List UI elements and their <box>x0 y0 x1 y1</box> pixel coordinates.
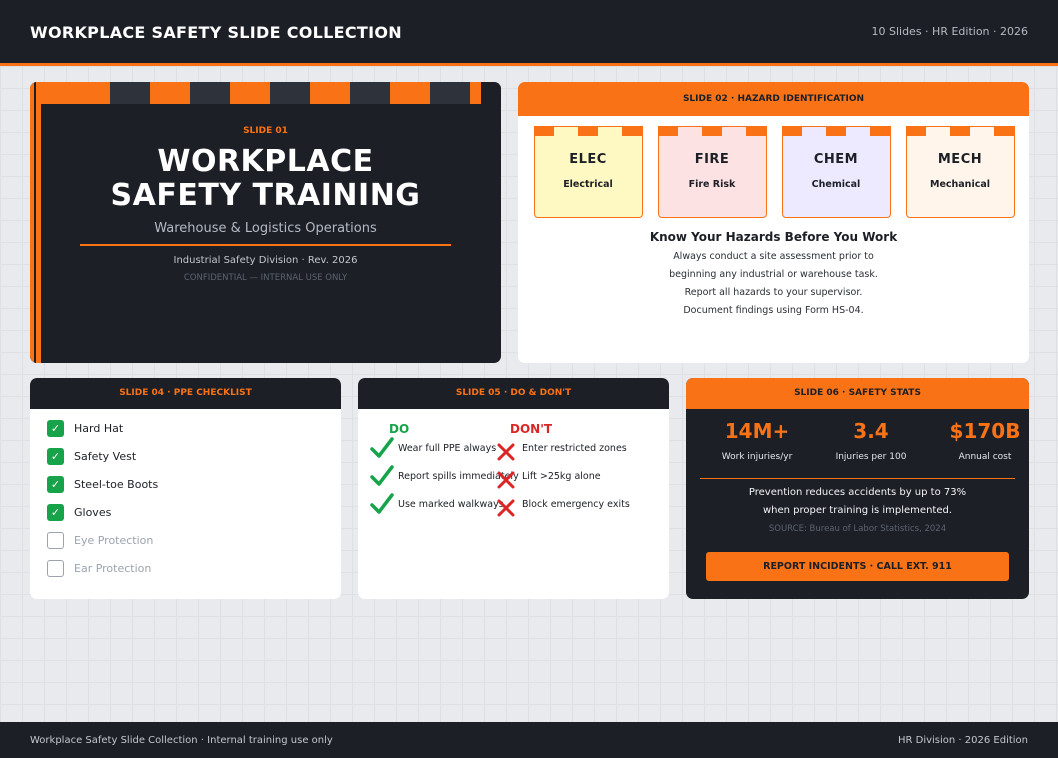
do-item: Use marked walkways <box>398 499 504 510</box>
stat-label: Annual cost <box>958 452 1012 462</box>
slide-01-title-card[interactable]: SLIDE 01 WORKPLACE SAFETY TRAINING Wareh… <box>30 82 501 363</box>
ppe-item-gloves[interactable]: ✓ Gloves <box>47 504 307 522</box>
slide-header: SLIDE 02 · HAZARD IDENTIFICATION <box>518 82 1029 116</box>
stat-cost: $170B Annual cost <box>928 419 1029 462</box>
hazard-tile-mechanical: MECH Mechanical <box>906 126 1015 218</box>
hazard-text-line: Report all hazards to your supervisor. <box>684 287 863 298</box>
ppe-label: Safety Vest <box>74 450 137 463</box>
footer-right-text: HR Division · 2026 Edition <box>897 735 1028 746</box>
checkbox-checked-icon[interactable]: ✓ <box>47 420 64 437</box>
stat-injuries: 14M+ Work injuries/yr <box>700 419 814 462</box>
check-mark-icon <box>370 493 394 514</box>
do-item: Wear full PPE always <box>398 443 497 454</box>
dont-item: Enter restricted zones <box>522 443 627 454</box>
dont-heading: DON'T <box>510 422 553 436</box>
ppe-label: Steel-toe Boots <box>74 478 159 491</box>
ppe-item-hard-hat[interactable]: ✓ Hard Hat <box>47 420 307 438</box>
stat-value: $170B <box>949 419 1021 443</box>
report-incidents-button[interactable]: REPORT INCIDENTS · CALL EXT. 911 <box>706 552 1009 581</box>
hazard-code: MECH <box>937 152 983 167</box>
hazard-text-line: beginning any industrial or warehouse ta… <box>669 269 878 280</box>
hazard-name: Chemical <box>811 179 861 190</box>
stat-rate: 3.4 Injuries per 100 <box>814 419 928 462</box>
ppe-label: Hard Hat <box>74 422 124 435</box>
hazard-stripe-banner <box>30 82 501 104</box>
ppe-item-ear-protection[interactable]: Ear Protection <box>47 560 307 578</box>
slide-title-line-2: SAFETY TRAINING <box>110 178 421 213</box>
stat-value: 14M+ <box>724 419 790 443</box>
hazard-text-line: Document findings using Form HS-04. <box>683 305 864 316</box>
check-mark-icon <box>370 465 394 486</box>
slide-06-stats-card[interactable]: SLIDE 06 · SAFETY STATS 14M+ Work injuri… <box>686 378 1029 599</box>
hazard-name: Electrical <box>563 179 613 190</box>
check-mark-icon <box>370 437 394 458</box>
divider <box>80 244 451 246</box>
checkbox-unchecked-icon[interactable] <box>47 560 64 577</box>
ppe-item-steel-toe-boots[interactable]: ✓ Steel-toe Boots <box>47 476 307 494</box>
divider <box>700 478 1015 479</box>
ppe-label: Ear Protection <box>74 562 152 575</box>
hazard-tile-fire: FIRE Fire Risk <box>658 126 767 218</box>
slide-05-do-dont-card[interactable]: SLIDE 05 · DO & DON'T DO DON'T Wear full… <box>358 378 669 599</box>
slide-header: SLIDE 05 · DO & DON'T <box>358 378 669 409</box>
hazard-name: Fire Risk <box>688 179 736 190</box>
hazard-code: CHEM <box>813 152 859 167</box>
source-citation: SOURCE: Bureau of Labor Statistics, 2024 <box>768 524 947 534</box>
cross-mark-icon <box>497 443 515 461</box>
slide-title-line-1: WORKPLACE <box>157 144 374 179</box>
stat-value: 3.4 <box>853 419 889 443</box>
slide-04-ppe-card[interactable]: SLIDE 04 · PPE CHECKLIST ✓ Hard Hat ✓ Sa… <box>30 378 341 599</box>
prevention-text: Prevention reduces accidents by up to 73… <box>748 487 967 498</box>
slide-subtitle: Warehouse & Logistics Operations <box>154 221 377 236</box>
hazard-text-line: Always conduct a site assessment prior t… <box>673 251 874 262</box>
dont-item: Lift >25kg alone <box>522 471 601 482</box>
tile-stripes <box>906 126 1015 136</box>
page-footer: Workplace Safety Slide Collection · Inte… <box>0 722 1058 758</box>
dont-item: Block emergency exits <box>522 499 630 510</box>
tile-stripes <box>658 126 767 136</box>
do-heading: DO <box>389 422 410 436</box>
slide-02-hazard-card[interactable]: SLIDE 02 · HAZARD IDENTIFICATION ELEC El… <box>518 82 1029 363</box>
slide-header: SLIDE 06 · SAFETY STATS <box>686 378 1029 409</box>
hazard-code: ELEC <box>569 152 607 167</box>
header-meta: 10 Slides · HR Edition · 2026 <box>871 25 1028 38</box>
cross-mark-icon <box>497 471 515 489</box>
top-header: WORKPLACE SAFETY SLIDE COLLECTION 10 Sli… <box>0 0 1058 66</box>
page-title: WORKPLACE SAFETY SLIDE COLLECTION <box>30 23 402 42</box>
ppe-label: Gloves <box>74 506 112 519</box>
tile-stripes <box>534 126 643 136</box>
checkbox-checked-icon[interactable]: ✓ <box>47 448 64 465</box>
checkbox-checked-icon[interactable]: ✓ <box>47 504 64 521</box>
division-text: Industrial Safety Division · Rev. 2026 <box>173 255 358 266</box>
hazard-tile-electrical: ELEC Electrical <box>534 126 643 218</box>
confidential-note: CONFIDENTIAL — INTERNAL USE ONLY <box>183 273 348 283</box>
hazard-heading: Know Your Hazards Before You Work <box>649 230 898 244</box>
checkbox-checked-icon[interactable]: ✓ <box>47 476 64 493</box>
cross-mark-icon <box>497 499 515 517</box>
hazard-tile-chemical: CHEM Chemical <box>782 126 891 218</box>
slide-number: SLIDE 01 <box>243 126 288 136</box>
prevention-text: when proper training is implemented. <box>762 505 953 516</box>
ppe-label: Eye Protection <box>74 534 154 547</box>
footer-left-text: Workplace Safety Slide Collection · Inte… <box>30 735 333 746</box>
stat-label: Injuries per 100 <box>835 452 907 462</box>
stat-label: Work injuries/yr <box>721 452 793 462</box>
slide-header: SLIDE 04 · PPE CHECKLIST <box>30 378 341 409</box>
ppe-item-eye-protection[interactable]: Eye Protection <box>47 532 307 550</box>
hazard-name: Mechanical <box>929 179 991 190</box>
checkbox-unchecked-icon[interactable] <box>47 532 64 549</box>
ppe-item-safety-vest[interactable]: ✓ Safety Vest <box>47 448 307 466</box>
tile-stripes <box>782 126 891 136</box>
hazard-code: FIRE <box>694 152 730 167</box>
